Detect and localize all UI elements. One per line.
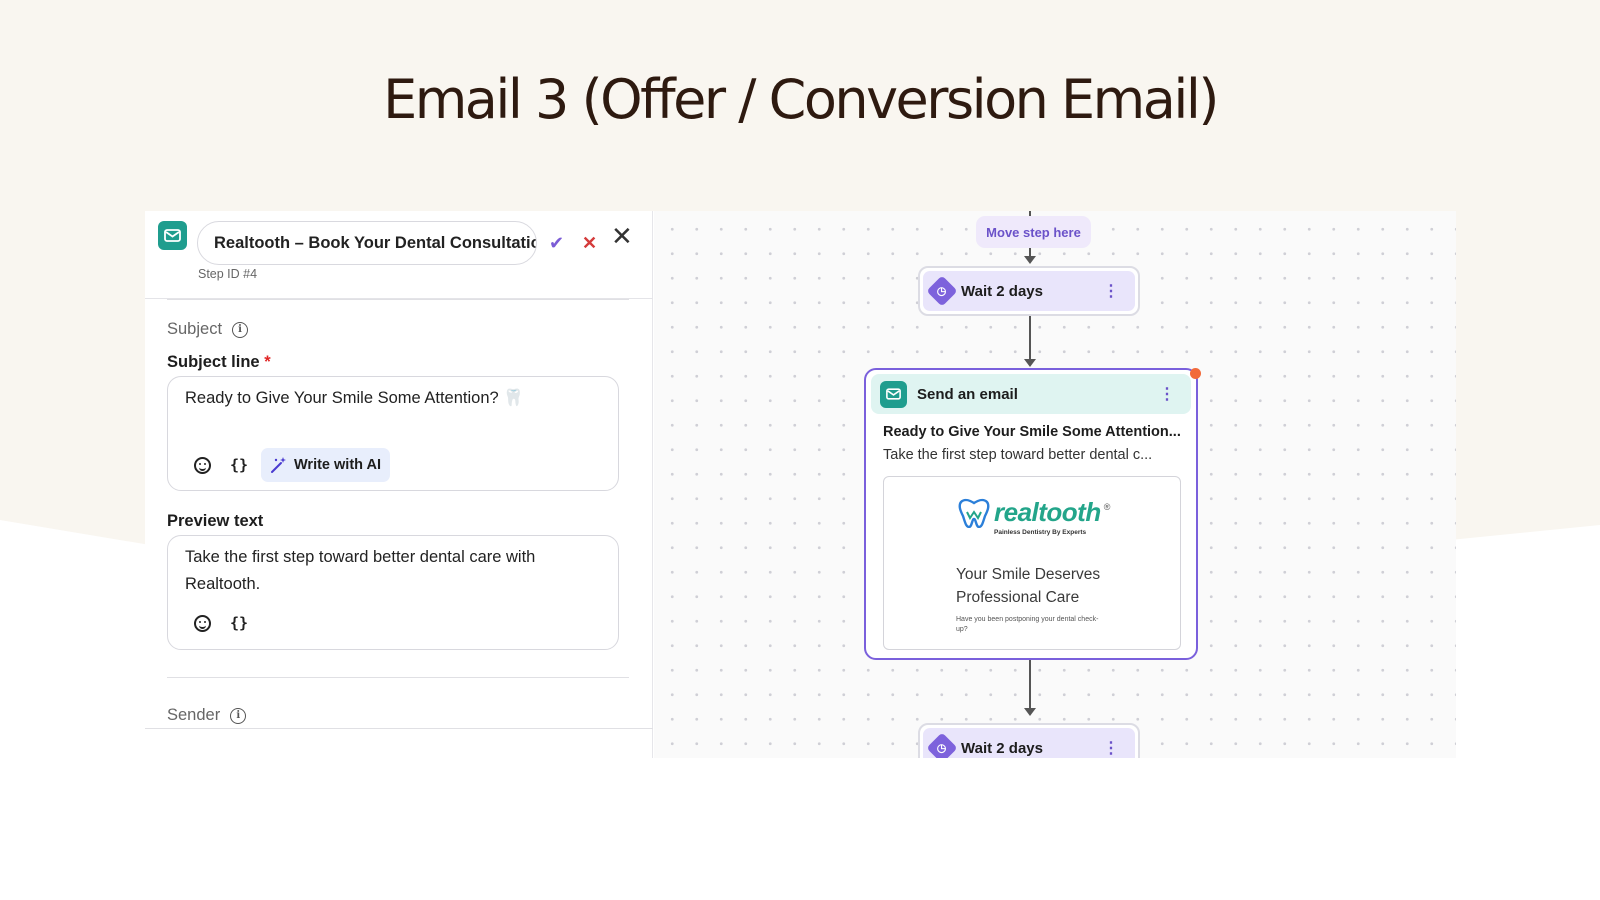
slide-title: Email 3 (Offer / Conversion Email) xyxy=(383,68,1219,131)
wait-step-label: Wait 2 days xyxy=(961,282,1043,300)
info-icon[interactable]: i xyxy=(232,321,249,338)
status-dot xyxy=(1190,368,1201,379)
connector-line xyxy=(1029,316,1031,361)
send-email-header: Send an email ⋮ xyxy=(871,374,1191,414)
preview-text-field[interactable]: Take the first step toward better dental… xyxy=(167,535,619,650)
wait-step-label: Wait 2 days xyxy=(961,739,1043,757)
info-icon[interactable]: i xyxy=(230,707,247,724)
preview-text-label: Preview text xyxy=(167,512,264,530)
arrow-head xyxy=(1024,708,1036,716)
write-with-ai-label: Write with AI xyxy=(294,457,381,473)
x-icon[interactable]: ✕ xyxy=(582,233,597,254)
mail-icon xyxy=(158,221,187,250)
divider xyxy=(167,299,629,300)
subject-line-label: Subject line * xyxy=(167,353,271,372)
arrow-head xyxy=(1024,256,1036,264)
divider xyxy=(167,677,629,678)
subject-section-header: Subject i xyxy=(167,320,249,339)
brand-tagline: Painless Dentistry By Experts xyxy=(994,529,1087,536)
subject-line-label-text: Subject line xyxy=(167,353,260,371)
merge-field-icon[interactable]: {} xyxy=(229,613,249,633)
sender-section-header: Sender i xyxy=(167,706,247,725)
merge-field-icon[interactable]: {} xyxy=(229,455,249,475)
emoji-icon xyxy=(193,456,211,474)
arrow-head xyxy=(1024,359,1036,367)
email-thumbnail: realtooth ® Painless Dentistry By Expert… xyxy=(883,476,1181,650)
send-email-title: Send an email xyxy=(917,385,1018,403)
step-name-value: Realtooth – Book Your Dental Consultatio… xyxy=(214,233,537,252)
clock-icon: ◷ xyxy=(926,732,958,758)
panel-header: Realtooth – Book Your Dental Consultatio… xyxy=(145,211,653,299)
sender-section-label: Sender xyxy=(167,706,221,724)
realtooth-logo: realtooth ® xyxy=(957,497,1110,528)
divider xyxy=(145,728,653,729)
step-id: Step ID #4 xyxy=(198,267,258,281)
mail-icon xyxy=(880,380,907,408)
clock-icon: ◷ xyxy=(926,275,958,307)
send-email-node[interactable]: Send an email ⋮ Ready to Give Your Smile… xyxy=(864,368,1198,660)
more-options-icon[interactable]: ⋮ xyxy=(1159,384,1175,404)
move-step-here-button[interactable]: Move step here xyxy=(976,216,1091,248)
email-thumbnail-body: Have you been postponing your dental che… xyxy=(956,616,1099,633)
email-subject-preview: Ready to Give Your Smile Some Attention.… xyxy=(883,424,1181,440)
step-name-input[interactable]: Realtooth – Book Your Dental Consultatio… xyxy=(197,221,537,265)
emoji-button[interactable] xyxy=(193,456,211,474)
wait-step-node[interactable]: ◷ Wait 2 days ⋮ xyxy=(918,723,1140,758)
brand-mark: ® xyxy=(1103,502,1111,512)
close-icon[interactable]: ✕ xyxy=(611,223,633,249)
email-thumbnail-heading: Your Smile Deserves Professional Care xyxy=(956,566,1101,606)
subject-line-value: Ready to Give Your Smile Some Attention?… xyxy=(185,389,524,407)
more-options-icon[interactable]: ⋮ xyxy=(1103,281,1119,301)
magic-wand-icon xyxy=(271,457,286,473)
more-options-icon[interactable]: ⋮ xyxy=(1103,738,1119,758)
subject-line-field[interactable]: Ready to Give Your Smile Some Attention?… xyxy=(167,376,619,491)
subject-section-label: Subject xyxy=(167,320,223,338)
tooth-icon xyxy=(958,498,990,528)
required-mark: * xyxy=(264,353,271,371)
check-icon[interactable]: ✔ xyxy=(549,233,564,254)
connector-line xyxy=(1029,660,1031,710)
preview-text-value: Take the first step toward better dental… xyxy=(185,548,536,593)
emoji-button[interactable] xyxy=(193,614,211,632)
workflow-canvas[interactable]: Move step here ◷ Wait 2 days ⋮ Send an e… xyxy=(654,211,1456,758)
email-preview-text: Take the first step toward better dental… xyxy=(883,447,1153,463)
email-settings-panel: Realtooth – Book Your Dental Consultatio… xyxy=(145,211,653,758)
wait-step-node[interactable]: ◷ Wait 2 days ⋮ xyxy=(918,266,1140,316)
write-with-ai-button[interactable]: Write with AI xyxy=(261,448,390,482)
emoji-icon xyxy=(193,614,211,632)
brand-name: realtooth xyxy=(994,497,1101,527)
workflow-screenshot: Realtooth – Book Your Dental Consultatio… xyxy=(145,211,1456,758)
